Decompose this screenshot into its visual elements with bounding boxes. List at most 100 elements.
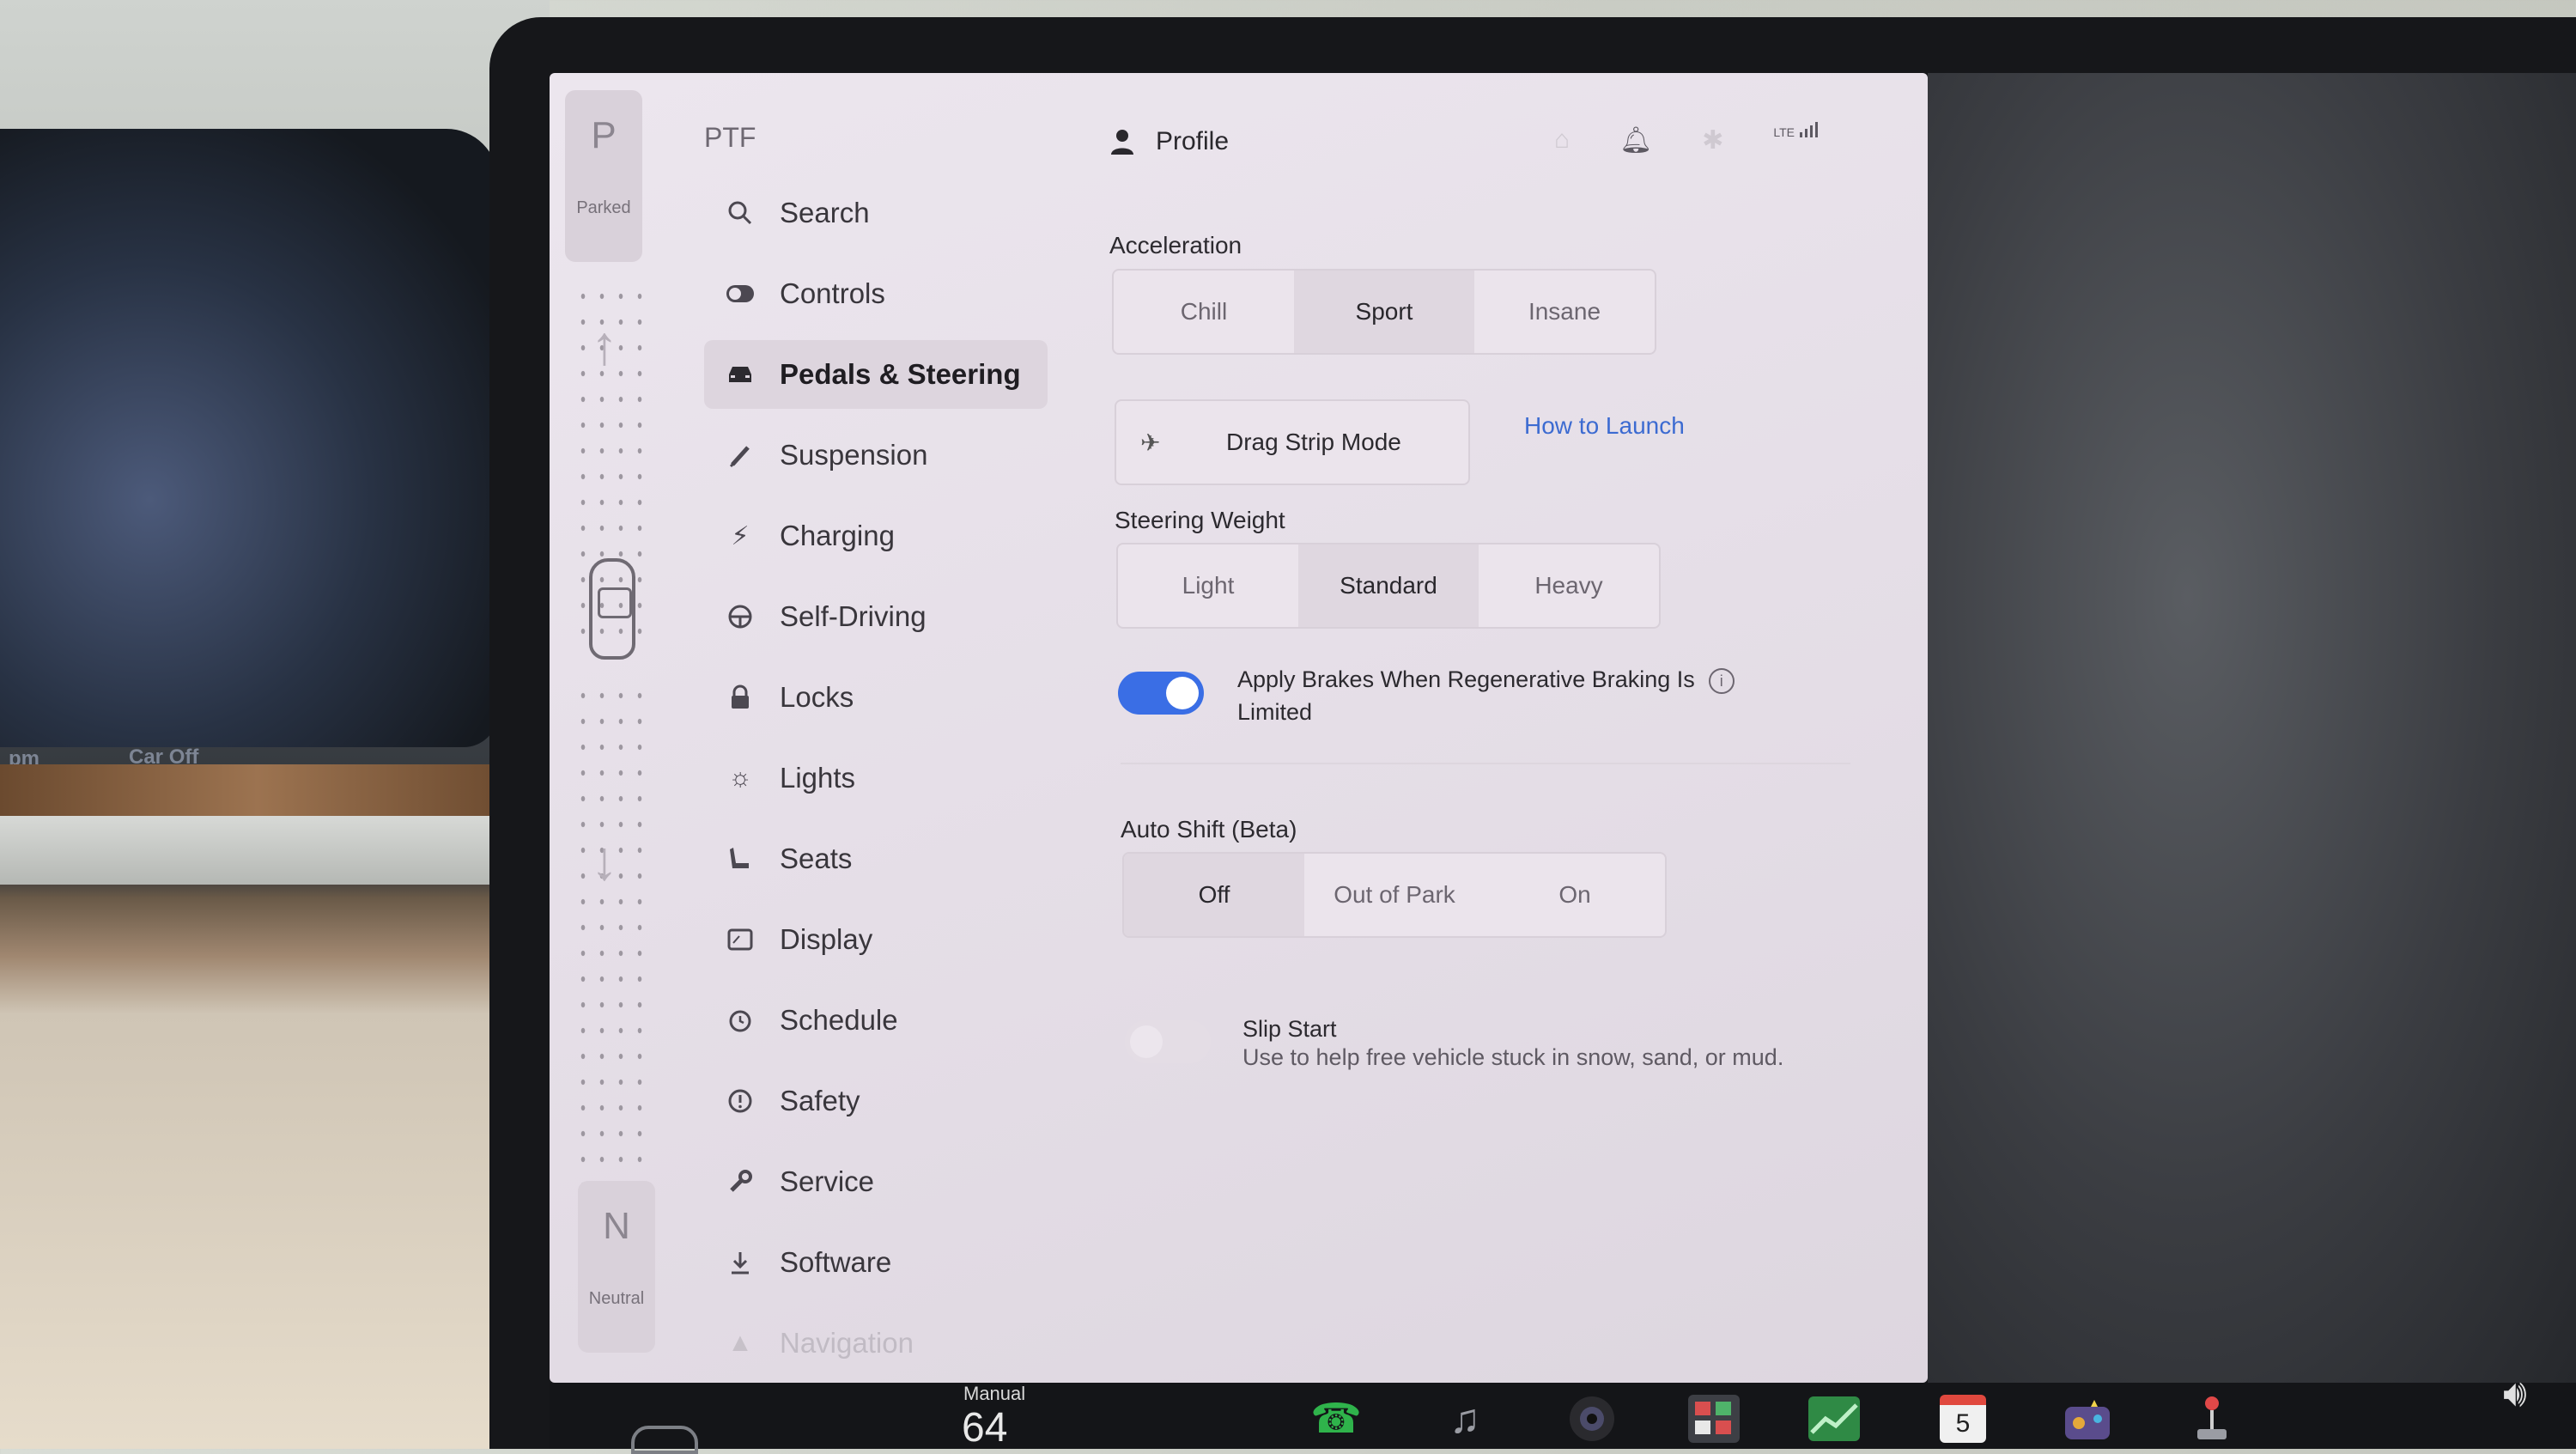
profile-button[interactable]: Profile <box>1108 127 1229 156</box>
auto-shift-option-off[interactable]: Off <box>1124 854 1304 936</box>
sidebar-item-charging[interactable]: ⚡︎ Charging <box>704 502 1048 570</box>
arrow-down-icon: ↓ <box>591 830 618 891</box>
camera-icon[interactable] <box>1561 1393 1623 1445</box>
sidebar-item-controls[interactable]: Controls <box>704 259 1048 328</box>
dash-trim <box>0 816 515 885</box>
stocks-icon[interactable] <box>1803 1393 1865 1445</box>
bell-icon[interactable]: 🔔︎ <box>1619 125 1652 155</box>
steering-weight-selector: Light Standard Heavy <box>1116 543 1661 629</box>
gear-dots-bottom <box>574 683 642 1232</box>
sidebar-item-safety[interactable]: Safety <box>704 1067 1048 1135</box>
sun-icon: ☼ <box>728 764 752 792</box>
sidebar-item-label: Controls <box>780 277 885 309</box>
gear-neutral[interactable]: N Neutral <box>578 1181 655 1353</box>
drag-strip-label: Drag Strip Mode <box>1226 429 1401 455</box>
volume-icon[interactable]: 🔊︎ <box>2503 1372 2527 1415</box>
acceleration-option-sport[interactable]: Sport <box>1294 271 1474 353</box>
arcade-icon[interactable] <box>2057 1393 2118 1445</box>
arrow-up-icon: ↑ <box>591 314 618 376</box>
sidebar-item-label: Pedals & Steering <box>780 358 1021 390</box>
sidebar-item-suspension[interactable]: Suspension <box>704 421 1048 490</box>
acceleration-option-chill[interactable]: Chill <box>1114 271 1294 353</box>
car-taskbar-icon[interactable] <box>631 1426 698 1454</box>
settings-sidebar: Search Controls Pedals & Steering Suspen… <box>704 179 1048 1390</box>
person-icon <box>1111 130 1133 155</box>
sidebar-item-label: Display <box>780 923 873 955</box>
sidebar-item-schedule[interactable]: Schedule <box>704 986 1048 1055</box>
acceleration-option-insane[interactable]: Insane <box>1474 271 1655 353</box>
gear-park-letter: P <box>591 114 617 156</box>
music-icon[interactable]: ♫ <box>1434 1393 1496 1445</box>
sidebar-item-pedals-steering[interactable]: Pedals & Steering <box>704 340 1048 409</box>
sidebar-item-self-driving[interactable]: Self-Driving <box>704 582 1048 651</box>
regen-brakes-toggle[interactable] <box>1118 672 1204 715</box>
lte-label: LTE <box>1773 125 1795 139</box>
display-icon <box>723 922 757 957</box>
sidebar-item-label: Safety <box>780 1085 860 1116</box>
steering-option-heavy[interactable]: Heavy <box>1479 544 1659 627</box>
sidebar-item-navigation[interactable]: ▲ Navigation <box>704 1309 1048 1378</box>
steering-weight-label: Steering Weight <box>1115 507 1285 533</box>
sidebar-item-service[interactable]: Service <box>704 1147 1048 1216</box>
toybox-icon[interactable] <box>1683 1393 1745 1445</box>
sidebar-item-label: Search <box>780 197 870 228</box>
steering-option-light[interactable]: Light <box>1118 544 1298 627</box>
auto-shift-option-on[interactable]: On <box>1485 854 1665 936</box>
sidebar-item-label: Locks <box>780 681 854 713</box>
how-to-launch-link[interactable]: How to Launch <box>1524 412 1685 440</box>
rocket-icon: ✈︎ <box>1140 429 1161 456</box>
joystick-icon[interactable] <box>2181 1393 2243 1445</box>
info-icon[interactable]: i <box>1708 667 1735 694</box>
regen-brakes-label: Apply Brakes When Regenerative Braking I… <box>1237 663 1735 728</box>
alert-circle-icon <box>723 1084 757 1118</box>
bolt-icon: ⚡︎ <box>731 521 750 551</box>
navigation-arrow-icon: ▲ <box>727 1329 753 1357</box>
sidebar-item-label: Lights <box>780 762 856 794</box>
calendar-icon[interactable]: 5 <box>1932 1393 1994 1445</box>
gear-neutral-letter: N <box>603 1205 630 1247</box>
instrument-cluster: pm Car Off <box>0 129 498 770</box>
gear-park-label: Parked <box>576 198 631 217</box>
sidebar-item-locks[interactable]: Locks <box>704 663 1048 732</box>
drag-strip-mode-button[interactable]: ✈︎ Drag Strip Mode <box>1115 399 1470 485</box>
gear-park[interactable]: P Parked <box>565 90 642 262</box>
phone-icon[interactable]: ☎︎ <box>1305 1393 1367 1445</box>
sidebar-item-label: Charging <box>780 520 895 551</box>
steering-option-standard[interactable]: Standard <box>1298 544 1479 627</box>
bluetooth-icon[interactable]: ✱ <box>1702 125 1723 155</box>
temperature-value[interactable]: 64 <box>962 1404 1007 1451</box>
slip-start-description: Use to help free vehicle stuck in snow, … <box>1242 1044 1784 1070</box>
sidebar-item-label: Schedule <box>780 1004 898 1036</box>
toggle-icon <box>723 277 757 311</box>
sidebar-item-search[interactable]: Search <box>704 179 1048 247</box>
slip-start-label: Slip Start <box>1242 1016 1337 1042</box>
profile-label: Profile <box>1156 127 1230 155</box>
acceleration-label: Acceleration <box>1109 232 1242 259</box>
lock-icon <box>723 680 757 715</box>
sidebar-item-label: Self-Driving <box>780 600 927 632</box>
seat-icon <box>723 842 757 876</box>
alarm-clock-icon <box>723 1003 757 1037</box>
sidebar-item-label: Navigation <box>780 1327 914 1359</box>
suspension-icon <box>723 438 757 472</box>
acceleration-selector: Chill Sport Insane <box>1112 269 1656 355</box>
lte-signal-icon[interactable]: LTE <box>1773 120 1819 150</box>
gear-selector-strip[interactable]: P Parked ↑ ↓ N Neutral <box>565 90 659 1361</box>
sidebar-item-lights[interactable]: ☼ Lights <box>704 744 1048 812</box>
car-top-icon <box>589 558 635 660</box>
auto-shift-option-out-of-park[interactable]: Out of Park <box>1304 854 1485 936</box>
section-divider <box>1121 763 1850 764</box>
screen-right-area <box>1928 73 2576 1383</box>
wrench-icon <box>723 1165 757 1199</box>
sidebar-item-software[interactable]: Software <box>704 1228 1048 1297</box>
app-title: PTF <box>704 122 756 153</box>
climate-mode-label: Manual <box>963 1383 1026 1404</box>
sidebar-item-seats[interactable]: Seats <box>704 824 1048 893</box>
car-icon <box>723 357 757 392</box>
slip-start-toggle[interactable] <box>1125 1020 1211 1063</box>
sidebar-item-label: Seats <box>780 843 853 874</box>
garage-icon[interactable]: ⌂ <box>1554 125 1570 155</box>
gear-neutral-label: Neutral <box>588 1289 645 1308</box>
sidebar-item-display[interactable]: Display <box>704 905 1048 974</box>
regen-brakes-label-line1: Apply Brakes When Regenerative Braking I… <box>1237 666 1695 692</box>
